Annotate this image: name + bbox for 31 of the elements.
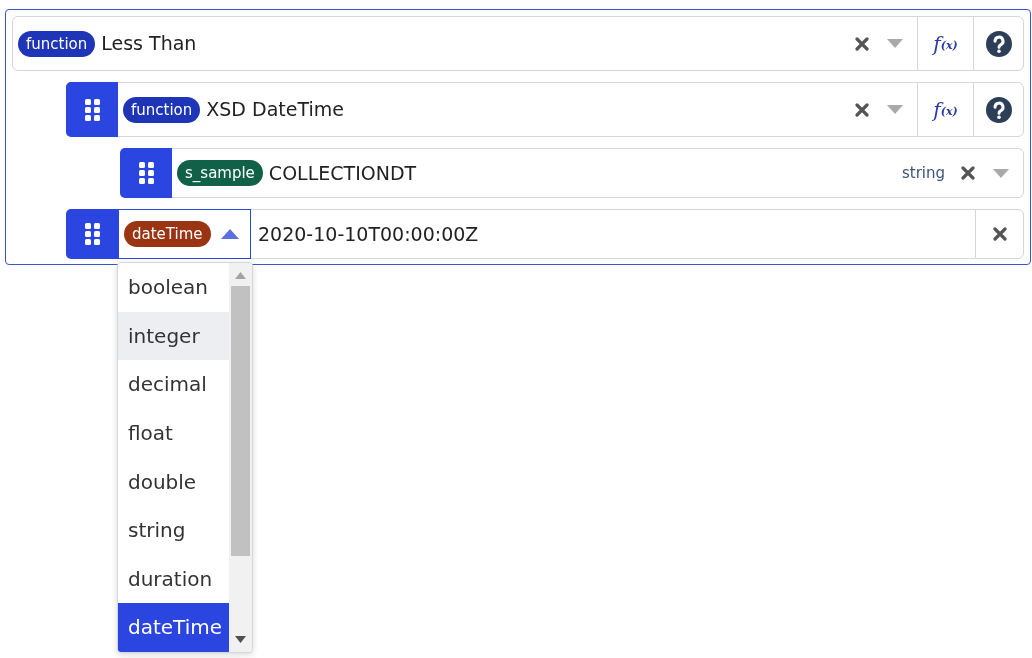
type-badge: function [18,30,96,57]
scroll-down-icon [235,636,246,643]
type-label: string [901,162,945,184]
caret-icon [993,168,1009,178]
dropdown-option[interactable]: boolean [118,263,229,312]
drag-handle-icon [138,162,154,184]
type-badge: dateTime [124,221,211,247]
close-icon [855,36,869,51]
close-icon [961,166,975,180]
drag-handle[interactable] [120,148,172,198]
caret-icon [887,39,903,48]
drag-handle[interactable] [66,82,118,137]
caret-icon [887,105,903,114]
help-icon [985,96,1012,123]
expression-label: Less Than [101,31,198,57]
drag-handle-icon [84,98,100,121]
expression-label: COLLECTIONDT [268,160,418,186]
type-select[interactable]: dateTime [118,209,251,259]
clear-button[interactable] [975,209,1024,259]
scroll-up-icon [235,272,246,279]
expression-label: XSD DateTime [206,97,345,123]
dropdown-option[interactable]: integer [118,311,229,361]
drag-handle-icon [84,223,100,245]
close-icon [992,227,1007,241]
type-badge: function [123,96,201,123]
help-icon [985,30,1012,57]
value-field[interactable]: 2020-10-10T00:00:00Z [251,209,975,259]
drag-handle[interactable] [66,209,118,259]
dropdown-option[interactable]: dateTime [118,603,229,652]
type-badge: s_sample [177,160,263,186]
close-icon [855,102,869,117]
